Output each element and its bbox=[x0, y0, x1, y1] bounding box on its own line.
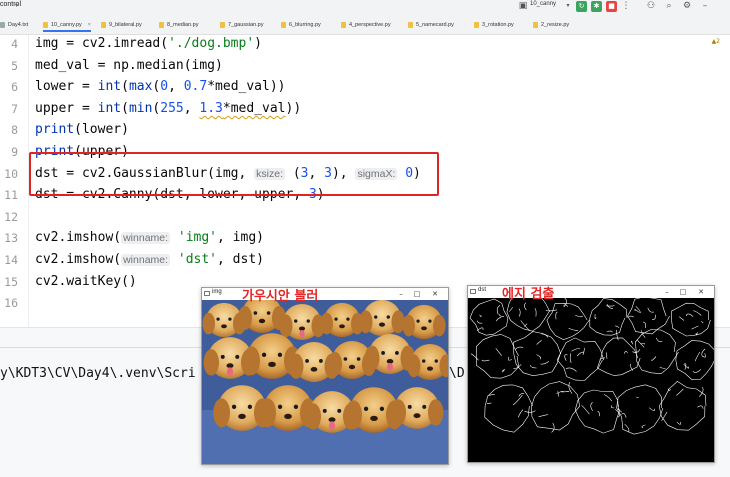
tab-label: 4_perspective.py bbox=[349, 22, 391, 28]
more-options-icon[interactable]: ⋮ bbox=[620, 0, 632, 12]
line-number: 6 bbox=[11, 80, 18, 95]
tab-label: 9_bilateral.py bbox=[109, 22, 142, 28]
settings-gear-icon[interactable]: ⚙ bbox=[681, 0, 693, 12]
chevron-down-icon[interactable]: ▾ bbox=[562, 0, 574, 12]
python-file-icon bbox=[101, 21, 106, 28]
python-run-config-icon: ▣ bbox=[518, 1, 528, 11]
top-toolbar: control ▾ ▣ 10_canny ▾ ↻ ✱ ■ ⋮ ⚇ ⌕ ⚙ – bbox=[0, 0, 730, 13]
line-number: 15 bbox=[4, 274, 18, 289]
close-tab-icon[interactable]: × bbox=[88, 22, 91, 28]
tab-0[interactable]: Day4.txt bbox=[0, 18, 28, 32]
warnings-indicator[interactable]: ▲2 bbox=[712, 38, 720, 45]
tab-3[interactable]: 8_median.py bbox=[159, 18, 199, 32]
image-window-img[interactable]: img – □ ✕ bbox=[201, 287, 449, 465]
window-icon bbox=[470, 289, 476, 294]
code-line[interactable]: lower = int(max(0, 0.7*med_val)) bbox=[35, 79, 286, 94]
python-file-icon bbox=[220, 21, 225, 28]
stop-icon[interactable]: ■ bbox=[606, 1, 617, 12]
terminal-path-text-right: \D bbox=[449, 366, 465, 381]
tab-6[interactable]: 4_perspective.py bbox=[341, 18, 391, 32]
tab-4[interactable]: 7_gaussian.py bbox=[220, 18, 263, 32]
line-number: 11 bbox=[4, 188, 18, 203]
tab-label: 10_canny.py bbox=[51, 22, 82, 28]
highlight-annotation-box bbox=[29, 152, 439, 196]
tab-label: 2_resize.py bbox=[541, 22, 570, 28]
tab-1[interactable]: 10_canny.py × bbox=[43, 18, 92, 32]
puppies-photo bbox=[202, 300, 448, 464]
line-number: 4 bbox=[11, 37, 18, 51]
image-window-dst[interactable]: dst – □ ✕ bbox=[467, 285, 715, 463]
line-number: 14 bbox=[4, 253, 18, 267]
debug-icon[interactable]: ✱ bbox=[591, 1, 602, 12]
canny-edges-image bbox=[468, 298, 714, 462]
search-icon[interactable]: ⌕ bbox=[663, 0, 675, 12]
line-number: 8 bbox=[11, 123, 18, 138]
tab-label: 8_median.py bbox=[167, 22, 199, 28]
line-number: 12 bbox=[4, 209, 18, 224]
tab-label: 3_rotation.py bbox=[482, 22, 514, 28]
code-line[interactable]: cv2.imshow(winname: 'img', img) bbox=[35, 230, 264, 245]
window-title: dst bbox=[478, 287, 487, 293]
run-icon[interactable]: ↻ bbox=[576, 1, 587, 12]
editor-tab-bar: Day4.txt 10_canny.py × 9_bilateral.py 8_medi… bbox=[0, 13, 730, 35]
python-file-icon bbox=[159, 21, 164, 28]
tab-8[interactable]: 3_rotation.py bbox=[474, 18, 514, 32]
minimize-icon[interactable]: – bbox=[394, 288, 408, 300]
tab-label: Day4.txt bbox=[8, 22, 29, 28]
close-icon[interactable]: ✕ bbox=[428, 288, 442, 300]
code-editor[interactable]: 4 5 6 7 8 9 10 11 12 13 14 15 16 img = cv2.imread('.… bbox=[0, 35, 730, 327]
puppies-photo-drawing bbox=[202, 300, 448, 464]
python-file-icon bbox=[474, 21, 479, 28]
line-number: 13 bbox=[4, 231, 18, 246]
tab-2[interactable]: 9_bilateral.py bbox=[101, 18, 142, 32]
line-number: 5 bbox=[11, 58, 18, 73]
code-line[interactable]: upper = int(min(255, 1.3*med_val)) bbox=[35, 101, 301, 116]
window-icon bbox=[204, 291, 210, 296]
tab-9[interactable]: 2_resize.py bbox=[533, 18, 569, 32]
line-number: 10 bbox=[4, 166, 18, 181]
line-number: 9 bbox=[11, 145, 18, 159]
terminal-path-text: y\KDT3\CV\Day4\.venv\Scri bbox=[0, 366, 196, 381]
gaussian-blur-label: 가우시안 블러 bbox=[242, 289, 319, 304]
code-line[interactable]: cv2.waitKey() bbox=[35, 274, 137, 289]
python-file-icon bbox=[281, 21, 286, 28]
line-number: 16 bbox=[4, 296, 18, 311]
add-user-icon[interactable]: ⚇ bbox=[645, 0, 657, 12]
edge-detection-label: 에지 검출 bbox=[502, 287, 555, 302]
tab-5[interactable]: 6_blurring.py bbox=[281, 18, 321, 32]
code-line[interactable]: img = cv2.imread('./dog.bmp') bbox=[35, 36, 262, 51]
tab-7[interactable]: 5_namecard.py bbox=[408, 18, 454, 32]
minimize-icon[interactable]: – bbox=[660, 286, 674, 298]
minimize-icon[interactable]: – bbox=[699, 0, 711, 12]
python-file-icon bbox=[341, 21, 346, 28]
tab-label: 6_blurring.py bbox=[289, 22, 321, 28]
tab-label: 5_namecard.py bbox=[416, 22, 454, 28]
python-file-icon bbox=[408, 21, 413, 28]
code-line[interactable]: cv2.imshow(winname: 'dst', dst) bbox=[35, 252, 264, 267]
window-titlebar[interactable]: img – □ ✕ bbox=[202, 288, 448, 300]
code-line[interactable]: print(lower) bbox=[35, 122, 129, 137]
text-file-icon bbox=[0, 21, 5, 28]
window-title: img bbox=[212, 289, 222, 295]
maximize-icon[interactable]: □ bbox=[410, 288, 424, 300]
run-configuration-selector[interactable]: 10_canny bbox=[530, 1, 556, 7]
maximize-icon[interactable]: □ bbox=[676, 286, 690, 298]
code-line[interactable]: med_val = np.median(img) bbox=[35, 58, 223, 73]
line-number: 7 bbox=[11, 101, 18, 116]
python-file-icon bbox=[43, 21, 48, 28]
canny-edges-drawing bbox=[468, 298, 714, 462]
close-icon[interactable]: ✕ bbox=[694, 286, 708, 298]
chevron-down-icon[interactable]: ▾ bbox=[15, 2, 18, 9]
python-file-icon bbox=[533, 21, 538, 28]
tab-label: 7_gaussian.py bbox=[228, 22, 264, 28]
